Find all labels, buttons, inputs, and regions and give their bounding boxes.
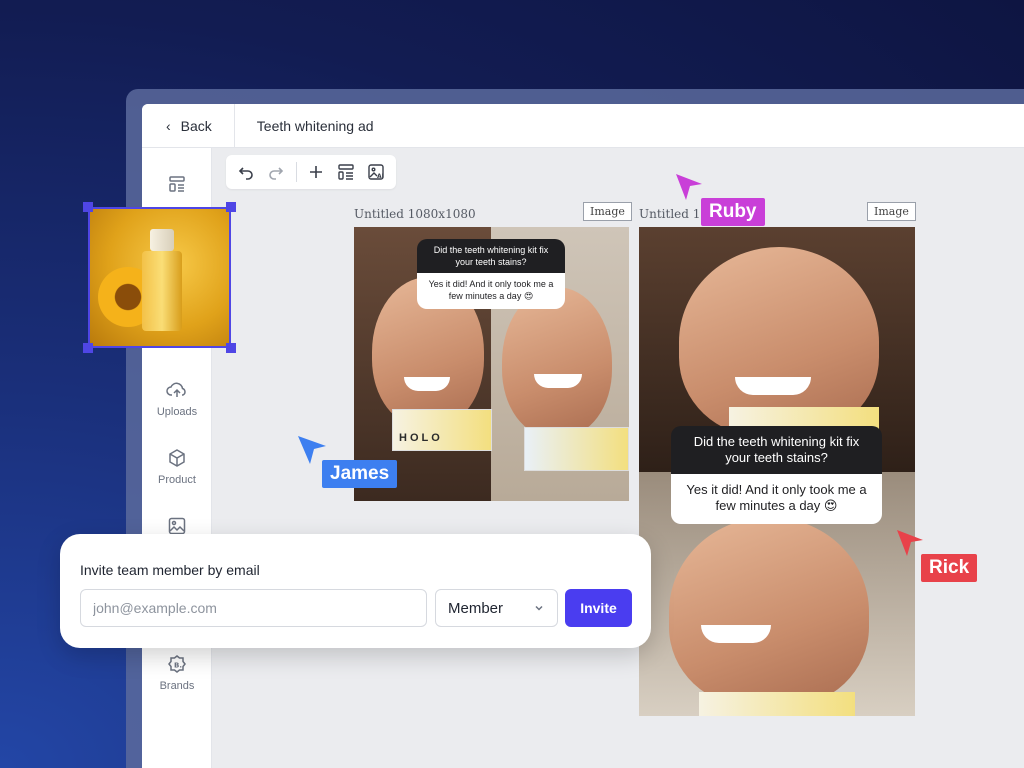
smile-right bbox=[534, 374, 582, 388]
document-title: Teeth whitening ad bbox=[256, 117, 374, 134]
layout-icon bbox=[338, 164, 354, 180]
resize-handle-tl[interactable] bbox=[83, 202, 93, 212]
svg-text:B.: B. bbox=[174, 662, 182, 670]
answer-bubble: Yes it did! And it only took me a few mi… bbox=[417, 273, 565, 309]
role-value: Member bbox=[448, 599, 504, 617]
cursor-ruby-icon bbox=[676, 174, 702, 200]
chevron-left-icon: ‹ bbox=[166, 117, 171, 134]
smile-top bbox=[735, 377, 811, 395]
layout-button[interactable] bbox=[332, 158, 360, 186]
sidebar-item-product[interactable]: Product bbox=[142, 448, 212, 486]
svg-text:AI: AI bbox=[377, 173, 384, 180]
invite-card: Invite team member by email Member Invit… bbox=[60, 534, 651, 648]
smile-bottom bbox=[701, 625, 771, 643]
undo-button[interactable] bbox=[232, 158, 260, 186]
chevron-down-icon bbox=[535, 605, 543, 611]
template-icon bbox=[169, 176, 185, 192]
brand-badge-icon: B. bbox=[168, 655, 186, 673]
brand-text: HOLO bbox=[399, 432, 443, 444]
sidebar-item-label: Brands bbox=[159, 680, 195, 692]
sidebar-item-label: Uploads bbox=[156, 406, 198, 418]
ai-image-icon: AI bbox=[368, 164, 384, 180]
sidebar-item-label: Product bbox=[158, 474, 196, 486]
plus-icon bbox=[310, 166, 323, 178]
question-bubble: Did the teeth whitening kit fix your tee… bbox=[417, 239, 565, 273]
smile-left bbox=[404, 377, 450, 391]
canvas-type-tag[interactable]: Image bbox=[583, 202, 632, 221]
canvas-toolbar: AI bbox=[226, 155, 396, 189]
back-button[interactable]: ‹ Back bbox=[142, 104, 235, 147]
top-bar: ‹ Back Teeth whitening ad bbox=[142, 104, 1024, 148]
cube-icon bbox=[169, 449, 185, 467]
canvas-title: Untitled 1080x1080 bbox=[354, 207, 476, 221]
bottle-cap bbox=[150, 229, 174, 251]
resize-handle-bl[interactable] bbox=[83, 343, 93, 353]
role-select[interactable]: Member bbox=[435, 589, 558, 627]
upload-cloud-icon bbox=[166, 382, 186, 397]
collaborator-tag-rick: Rick bbox=[921, 554, 978, 582]
ai-image-button[interactable]: AI bbox=[362, 158, 390, 186]
resize-handle-tr[interactable] bbox=[226, 202, 236, 212]
image-icon bbox=[168, 517, 186, 535]
canvas-title: Untitled 10 bbox=[639, 207, 709, 221]
shade-guide-bottom bbox=[699, 692, 855, 716]
redo-icon bbox=[268, 167, 283, 180]
answer-bubble: Yes it did! And it only took me a few mi… bbox=[671, 474, 882, 524]
face-right bbox=[502, 287, 612, 437]
face-bottom bbox=[669, 517, 869, 707]
collaborator-tag-ruby: Ruby bbox=[701, 198, 765, 226]
email-input[interactable] bbox=[80, 589, 427, 627]
sidebar-item-templates[interactable] bbox=[142, 174, 212, 200]
add-button[interactable] bbox=[303, 158, 331, 186]
redo-button[interactable] bbox=[262, 158, 290, 186]
canvas-image-2[interactable]: Did the teeth whitening kit fix your tee… bbox=[639, 227, 915, 716]
product-image[interactable] bbox=[88, 207, 231, 348]
sidebar-item-uploads[interactable]: Uploads bbox=[142, 380, 212, 418]
sidebar-item-brands[interactable]: B. Brands bbox=[142, 654, 212, 692]
shade-guide-left: HOLO bbox=[392, 409, 492, 451]
invite-title: Invite team member by email bbox=[80, 562, 260, 578]
canvas-type-tag[interactable]: Image bbox=[867, 202, 916, 221]
toolbar-divider bbox=[295, 162, 297, 182]
back-label: Back bbox=[180, 117, 212, 134]
resize-handle-br[interactable] bbox=[226, 343, 236, 353]
shade-guide-right bbox=[524, 427, 629, 471]
collaborator-tag-james: James bbox=[322, 460, 398, 488]
question-bubble: Did the teeth whitening kit fix your tee… bbox=[671, 426, 882, 474]
cursor-rick-icon bbox=[897, 530, 923, 556]
undo-icon bbox=[238, 167, 253, 180]
bottle-body bbox=[142, 251, 182, 331]
invite-button[interactable]: Invite bbox=[565, 589, 632, 627]
